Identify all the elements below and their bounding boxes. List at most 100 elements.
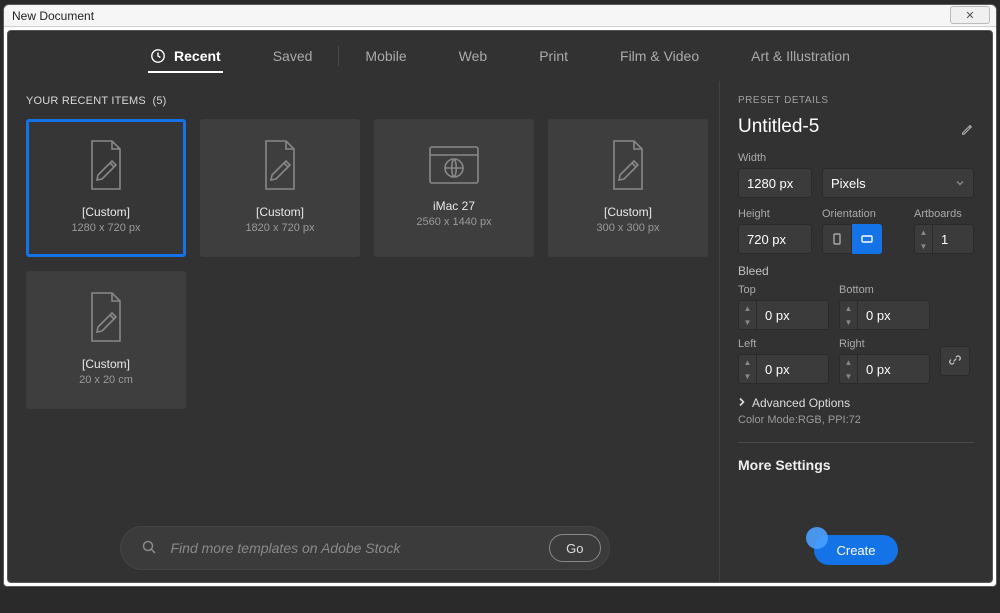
bleed-grid: Top ▲▼ 0 px Bottom ▲▼ 0 px	[738, 284, 974, 384]
stepper-up-icon[interactable]: ▲	[840, 301, 857, 315]
stepper-up-icon[interactable]: ▲	[739, 355, 756, 369]
width-input[interactable]: 1280 px	[738, 168, 812, 198]
more-settings-link[interactable]: More Settings	[738, 457, 974, 473]
bleed-right-label: Right	[839, 338, 930, 350]
main-pane: YOUR RECENT ITEMS (5) [Custom]1280 x 720…	[8, 81, 720, 582]
bleed-top-input[interactable]: 0 px	[756, 300, 829, 330]
width-label: Width	[738, 152, 974, 164]
tab-art-illustration[interactable]: Art & Illustration	[725, 31, 876, 81]
artboards-stepper[interactable]: ▲ ▼	[914, 224, 932, 254]
preset-card-title: [Custom]	[597, 204, 660, 221]
bleed-left-label: Left	[738, 338, 829, 350]
document-name[interactable]: Untitled-5	[738, 116, 974, 138]
chevron-right-icon	[738, 396, 746, 410]
tab-film-video[interactable]: Film & Video	[594, 31, 725, 81]
category-tabs: Recent Saved Mobile Web Print Film & Vid…	[8, 31, 992, 81]
stepper-down-icon[interactable]: ▼	[739, 369, 756, 383]
tab-recent[interactable]: Recent	[124, 31, 247, 81]
bleed-right-stepper[interactable]: ▲▼	[839, 354, 857, 384]
doc-pencil-icon	[258, 139, 302, 194]
preset-card[interactable]: [Custom]1280 x 720 px	[26, 119, 186, 257]
content-area: YOUR RECENT ITEMS (5) [Custom]1280 x 720…	[8, 81, 992, 582]
preset-card[interactable]: [Custom]300 x 300 px	[548, 119, 708, 257]
stock-search-wrap: Find more templates on Adobe Stock Go	[26, 506, 703, 570]
titlebar: New Document ✕	[4, 5, 996, 27]
preset-card-dimensions: 1280 x 720 px	[71, 221, 140, 236]
preset-card[interactable]: iMac 272560 x 1440 px	[374, 119, 534, 257]
bleed-left-stepper[interactable]: ▲▼	[738, 354, 756, 384]
preset-card-meta: [Custom]20 x 20 cm	[79, 356, 133, 388]
tab-label: Mobile	[365, 48, 406, 64]
doc-pencil-icon	[606, 139, 650, 194]
go-button[interactable]: Go	[549, 534, 600, 562]
window-title: New Document	[12, 9, 94, 23]
preset-card-title: iMac 27	[416, 198, 491, 215]
preset-details-heading: PRESET DETAILS	[738, 95, 974, 106]
tab-saved[interactable]: Saved	[247, 31, 339, 81]
dialog-body: Recent Saved Mobile Web Print Film & Vid…	[7, 30, 993, 583]
search-icon	[141, 539, 157, 558]
bleed-link-toggle[interactable]	[940, 346, 970, 376]
units-select[interactable]: Pixels	[822, 168, 974, 198]
preset-card-title: [Custom]	[245, 204, 314, 221]
tab-mobile[interactable]: Mobile	[339, 31, 432, 81]
stepper-down-icon[interactable]: ▼	[915, 239, 932, 253]
stepper-down-icon[interactable]: ▼	[739, 315, 756, 329]
orientation-portrait[interactable]	[822, 224, 852, 254]
tab-label: Art & Illustration	[751, 48, 850, 64]
create-button[interactable]: Create	[814, 535, 897, 565]
preset-card-dimensions: 1820 x 720 px	[245, 221, 314, 236]
bleed-top-stepper[interactable]: ▲▼	[738, 300, 756, 330]
height-input[interactable]: 720 px	[738, 224, 812, 254]
recent-items-heading: YOUR RECENT ITEMS (5)	[26, 95, 703, 107]
stock-search-bar[interactable]: Find more templates on Adobe Stock Go	[120, 526, 610, 570]
close-button[interactable]: ✕	[950, 6, 990, 24]
tab-label: Film & Video	[620, 48, 699, 64]
preset-card-meta: [Custom]1280 x 720 px	[71, 204, 140, 236]
orientation-label: Orientation	[822, 208, 882, 220]
preset-card-dimensions: 2560 x 1440 px	[416, 215, 491, 230]
advanced-options-toggle[interactable]: Advanced Options	[738, 396, 974, 410]
tab-label: Saved	[273, 48, 313, 64]
preset-card-meta: [Custom]1820 x 720 px	[245, 204, 314, 236]
bleed-left-input[interactable]: 0 px	[756, 354, 829, 384]
bleed-bottom-stepper[interactable]: ▲▼	[839, 300, 857, 330]
stepper-down-icon[interactable]: ▼	[840, 369, 857, 383]
advanced-options-summary: Color Mode:RGB, PPI:72	[738, 414, 974, 426]
artboards-label: Artboards	[914, 208, 974, 220]
orientation-landscape[interactable]	[852, 224, 882, 254]
preset-card-meta: [Custom]300 x 300 px	[597, 204, 660, 236]
edit-name-icon[interactable]	[960, 120, 974, 142]
recent-items-count: (5)	[152, 95, 166, 107]
doc-pencil-icon	[84, 291, 128, 346]
preset-grid: [Custom]1280 x 720 px[Custom]1820 x 720 …	[26, 119, 703, 409]
artboards-input[interactable]: 1	[932, 224, 974, 254]
preset-card-dimensions: 300 x 300 px	[597, 221, 660, 236]
clock-icon	[150, 48, 166, 64]
preset-card[interactable]: [Custom]1820 x 720 px	[200, 119, 360, 257]
preset-details-panel: PRESET DETAILS Untitled-5 Width 1280 px …	[720, 81, 992, 582]
orientation-toggle	[822, 224, 882, 254]
divider	[738, 442, 974, 443]
tab-web[interactable]: Web	[433, 31, 514, 81]
preset-card[interactable]: [Custom]20 x 20 cm	[26, 271, 186, 409]
stepper-up-icon[interactable]: ▲	[915, 225, 932, 239]
cursor-icon	[806, 527, 828, 549]
tab-print[interactable]: Print	[513, 31, 594, 81]
stepper-down-icon[interactable]: ▼	[840, 315, 857, 329]
preset-card-title: [Custom]	[71, 204, 140, 221]
bleed-bottom-label: Bottom	[839, 284, 930, 296]
preset-card-dimensions: 20 x 20 cm	[79, 373, 133, 388]
bleed-right-input[interactable]: 0 px	[857, 354, 930, 384]
search-placeholder: Find more templates on Adobe Stock	[171, 540, 536, 556]
stepper-up-icon[interactable]: ▲	[840, 355, 857, 369]
link-icon	[948, 353, 962, 370]
tab-label: Web	[459, 48, 488, 64]
bleed-label: Bleed	[738, 264, 974, 278]
stepper-up-icon[interactable]: ▲	[739, 301, 756, 315]
bleed-bottom-input[interactable]: 0 px	[857, 300, 930, 330]
doc-pencil-icon	[84, 139, 128, 194]
preset-card-title: [Custom]	[79, 356, 133, 373]
close-icon: ✕	[965, 9, 974, 22]
height-label: Height	[738, 208, 812, 220]
